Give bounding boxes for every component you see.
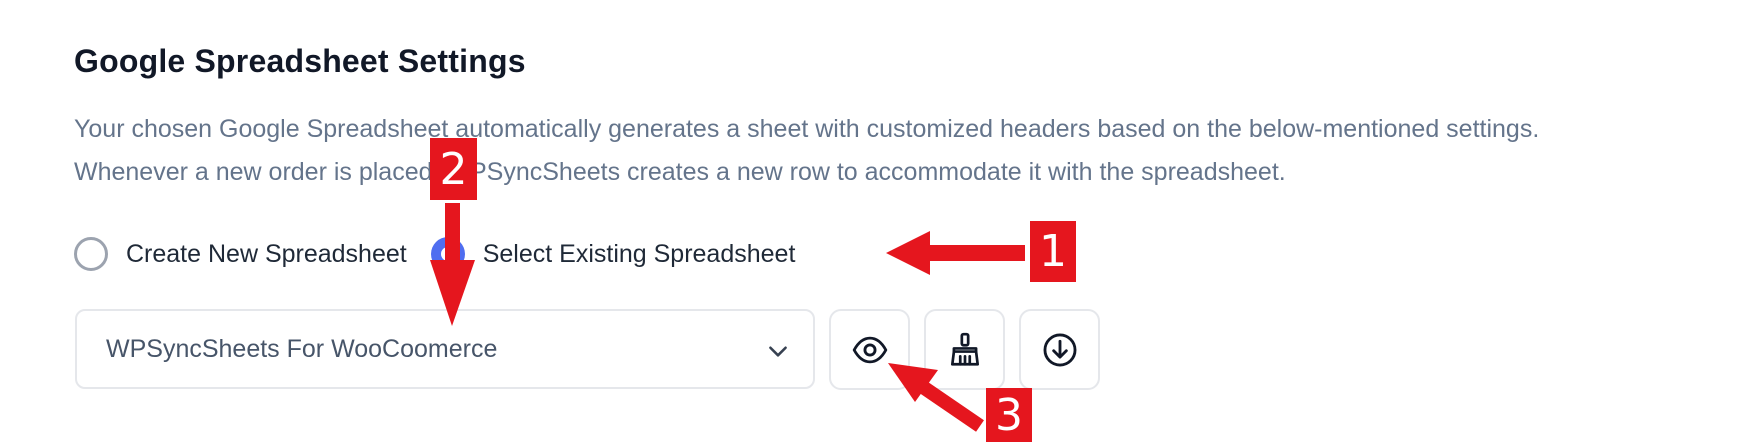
section-title: Google Spreadsheet Settings (74, 43, 526, 79)
annotation-arrow-1 (886, 231, 1025, 275)
eye-icon (852, 336, 887, 363)
select-existing-spreadsheet-option[interactable]: Select Existing Spreadsheet (430, 237, 796, 271)
radio-selected-dot (440, 247, 455, 261)
spreadsheet-mode-radio-group: Create New Spreadsheet Select Existing S… (74, 234, 795, 274)
create-new-label[interactable]: Create New Spreadsheet (126, 240, 407, 269)
download-icon (1043, 333, 1076, 366)
create-new-spreadsheet-option[interactable]: Create New Spreadsheet (74, 237, 407, 271)
broom-icon (950, 332, 979, 366)
spreadsheet-select[interactable]: WPSyncSheets For WooCoomerce (75, 309, 815, 389)
annotation-badge-1: 1 (1030, 221, 1076, 282)
chevron-down-icon (769, 346, 787, 357)
select-existing-label[interactable]: Select Existing Spreadsheet (483, 240, 796, 269)
select-existing-radio[interactable] (430, 237, 465, 271)
settings-page: Google Spreadsheet Settings Your chosen … (0, 0, 1738, 442)
view-spreadsheet-button[interactable] (829, 309, 910, 390)
annotation-badge-3: 3 (986, 388, 1032, 442)
clear-spreadsheet-button[interactable] (924, 309, 1005, 390)
create-new-radio[interactable] (74, 237, 108, 271)
annotation-badge-2: 2 (430, 138, 477, 200)
spreadsheet-select-value: WPSyncSheets For WooCoomerce (106, 334, 498, 363)
section-description: Your chosen Google Spreadsheet automatic… (74, 115, 1540, 186)
download-spreadsheet-button[interactable] (1019, 309, 1100, 390)
